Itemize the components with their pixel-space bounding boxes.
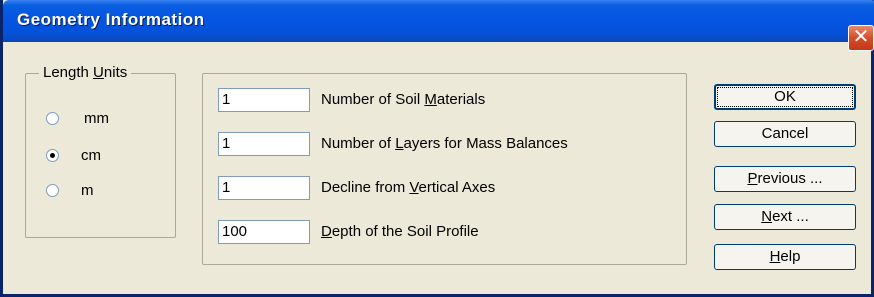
soil-materials-label: Number of Soil Materials	[321, 91, 486, 108]
radio-mm[interactable]: mm	[46, 108, 109, 128]
help-button[interactable]: Help	[714, 244, 856, 270]
radio-cm[interactable]: cm	[46, 145, 101, 165]
close-icon: ✕	[852, 26, 870, 48]
radio-cm-button[interactable]	[46, 148, 59, 162]
radio-mm-button[interactable]	[46, 111, 59, 125]
window-title: Geometry Information	[17, 10, 205, 29]
mass-balance-layers-input[interactable]: 1	[218, 132, 310, 156]
vertical-decline-label: Decline from Vertical Axes	[321, 179, 496, 196]
next-button[interactable]: Next ...	[714, 204, 856, 230]
geometry-information-dialog: Geometry Information ✕ Length Units mm c…	[0, 0, 874, 297]
ok-button[interactable]: OK	[714, 84, 856, 110]
radio-m-label: m	[81, 181, 94, 199]
cancel-button[interactable]: Cancel	[714, 121, 856, 147]
radio-m[interactable]: m	[46, 180, 94, 200]
soil-materials-input[interactable]: 1	[218, 88, 310, 112]
title-bar[interactable]: Geometry Information	[3, 0, 874, 42]
mass-balance-layers-label: Number of Layers for Mass Balances	[321, 135, 568, 152]
radio-cm-label: cm	[81, 146, 101, 164]
soil-depth-label: Depth of the Soil Profile	[321, 223, 479, 240]
radio-m-button[interactable]	[46, 183, 59, 197]
radio-mm-label: mm	[84, 109, 109, 127]
close-button[interactable]: ✕	[848, 25, 874, 51]
length-units-legend: Length Units	[39, 64, 132, 81]
vertical-decline-input[interactable]: 1	[218, 176, 310, 200]
soil-depth-input[interactable]: 100	[218, 220, 310, 244]
previous-button[interactable]: Previous ...	[714, 166, 856, 192]
